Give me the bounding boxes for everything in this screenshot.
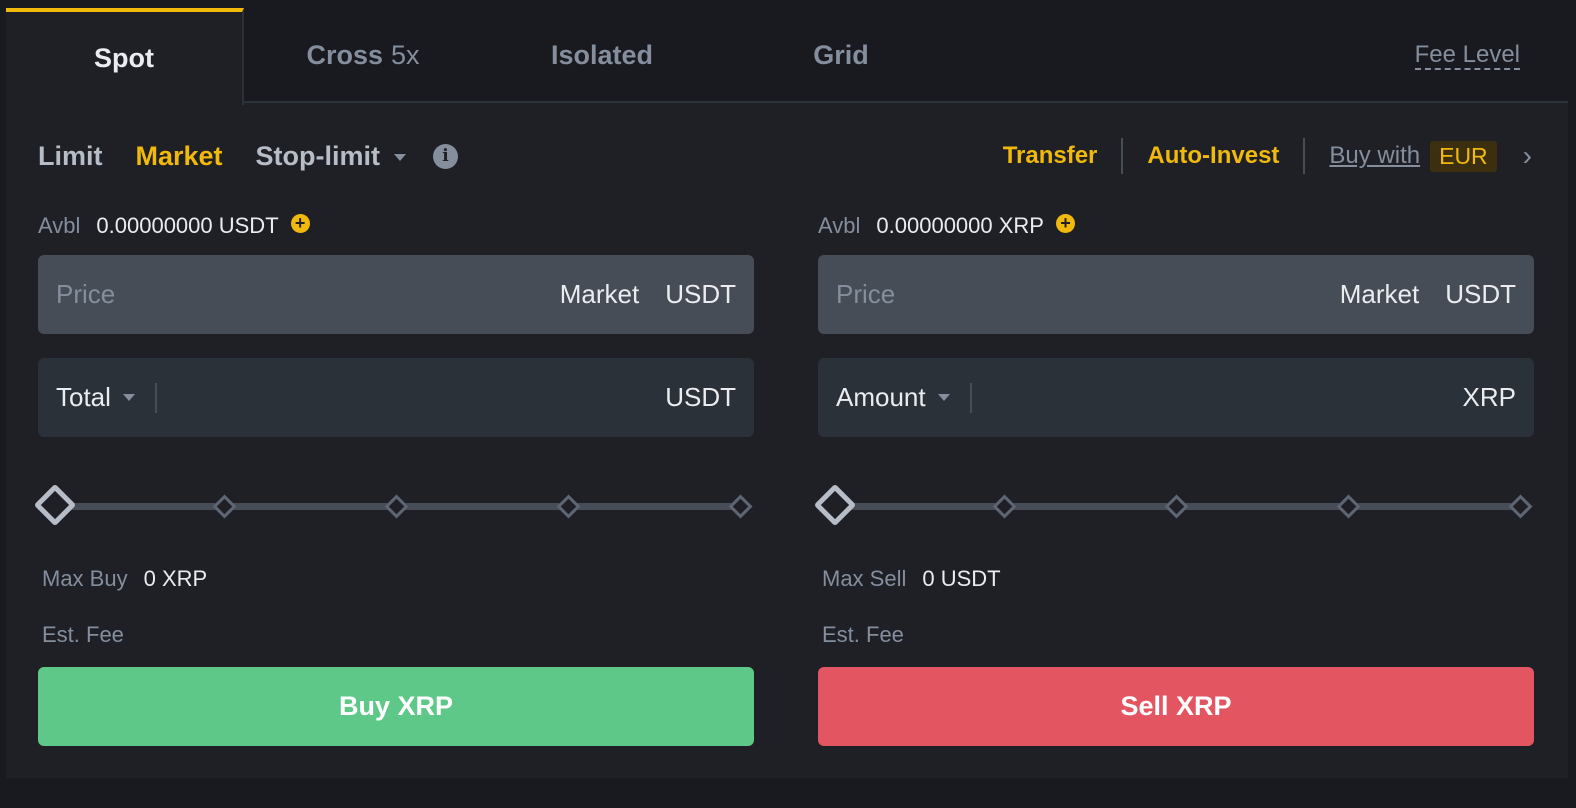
max-sell-label: Max Sell bbox=[822, 566, 907, 591]
slider-handle[interactable] bbox=[813, 483, 857, 527]
max-buy-label: Max Buy bbox=[42, 566, 128, 591]
avbl-value: 0.00000000 USDT bbox=[96, 213, 279, 238]
max-buy-row: Max Buy 0 XRP bbox=[42, 564, 207, 594]
sell-percent-slider[interactable] bbox=[813, 483, 1534, 530]
price-unit: USDT bbox=[665, 279, 736, 309]
price-mode: Market bbox=[559, 279, 640, 309]
caret-down-icon bbox=[937, 394, 950, 401]
avbl-label: Avbl bbox=[818, 213, 861, 238]
slider-mark-25[interactable] bbox=[212, 494, 237, 519]
max-sell-row: Max Sell 0 USDT bbox=[822, 564, 1001, 594]
divider bbox=[154, 382, 157, 413]
slider-mark-25[interactable] bbox=[992, 494, 1017, 519]
total-selector-label: Total bbox=[56, 382, 111, 412]
trade-panel: Spot Cross 5x Isolated Grid Fee Level Li… bbox=[0, 0, 1576, 808]
sell-price-field[interactable]: Price Market USDT bbox=[818, 255, 1534, 334]
price-placeholder: Price bbox=[56, 279, 116, 309]
est-fee-row: Est. Fee bbox=[42, 620, 140, 650]
sell-button[interactable]: Sell XRP bbox=[818, 667, 1534, 746]
slider-mark-50[interactable] bbox=[384, 494, 409, 519]
amount-selector[interactable]: Amount bbox=[836, 382, 950, 413]
price-unit: USDT bbox=[1445, 279, 1516, 309]
buy-price-field[interactable]: Price Market USDT bbox=[38, 255, 754, 334]
slider-mark-100[interactable] bbox=[1508, 494, 1533, 519]
price-mode: Market bbox=[1339, 279, 1420, 309]
est-fee-label: Est. Fee bbox=[822, 622, 904, 647]
sell-amount-field[interactable]: Amount XRP bbox=[818, 358, 1534, 437]
order-form: Spot Cross 5x Isolated Grid Fee Level Li… bbox=[6, 8, 1568, 778]
amount-unit: XRP bbox=[1462, 382, 1516, 412]
slider-mark-75[interactable] bbox=[1336, 494, 1361, 519]
slider-mark-100[interactable] bbox=[728, 494, 753, 519]
buy-button[interactable]: Buy XRP bbox=[38, 667, 754, 746]
slider-mark-50[interactable] bbox=[1164, 494, 1189, 519]
sell-column: Avbl 0.00000000 XRP + Price Market USDT … bbox=[813, 8, 1534, 778]
plus-circle-icon[interactable]: + bbox=[290, 213, 310, 233]
total-selector[interactable]: Total bbox=[56, 382, 135, 413]
avbl-value: 0.00000000 XRP bbox=[876, 213, 1044, 238]
buy-column: Avbl 0.00000000 USDT + Price Market USDT… bbox=[33, 8, 754, 778]
caret-down-icon bbox=[122, 394, 135, 401]
est-fee-row: Est. Fee bbox=[822, 620, 920, 650]
amount-selector-label: Amount bbox=[836, 382, 926, 412]
max-sell-value: 0 USDT bbox=[922, 566, 1001, 591]
total-unit: USDT bbox=[665, 382, 736, 412]
slider-mark-75[interactable] bbox=[556, 494, 581, 519]
plus-circle-icon[interactable]: + bbox=[1055, 213, 1075, 233]
est-fee-label: Est. Fee bbox=[42, 622, 124, 647]
max-buy-value: 0 XRP bbox=[143, 566, 208, 591]
sell-available-balance: Avbl 0.00000000 XRP + bbox=[818, 211, 1075, 241]
buy-total-field[interactable]: Total USDT bbox=[38, 358, 754, 437]
slider-handle[interactable] bbox=[33, 483, 77, 527]
avbl-label: Avbl bbox=[38, 213, 81, 238]
buy-available-balance: Avbl 0.00000000 USDT + bbox=[38, 211, 310, 241]
divider bbox=[969, 382, 972, 413]
buy-percent-slider[interactable] bbox=[33, 483, 754, 530]
price-placeholder: Price bbox=[836, 279, 896, 309]
